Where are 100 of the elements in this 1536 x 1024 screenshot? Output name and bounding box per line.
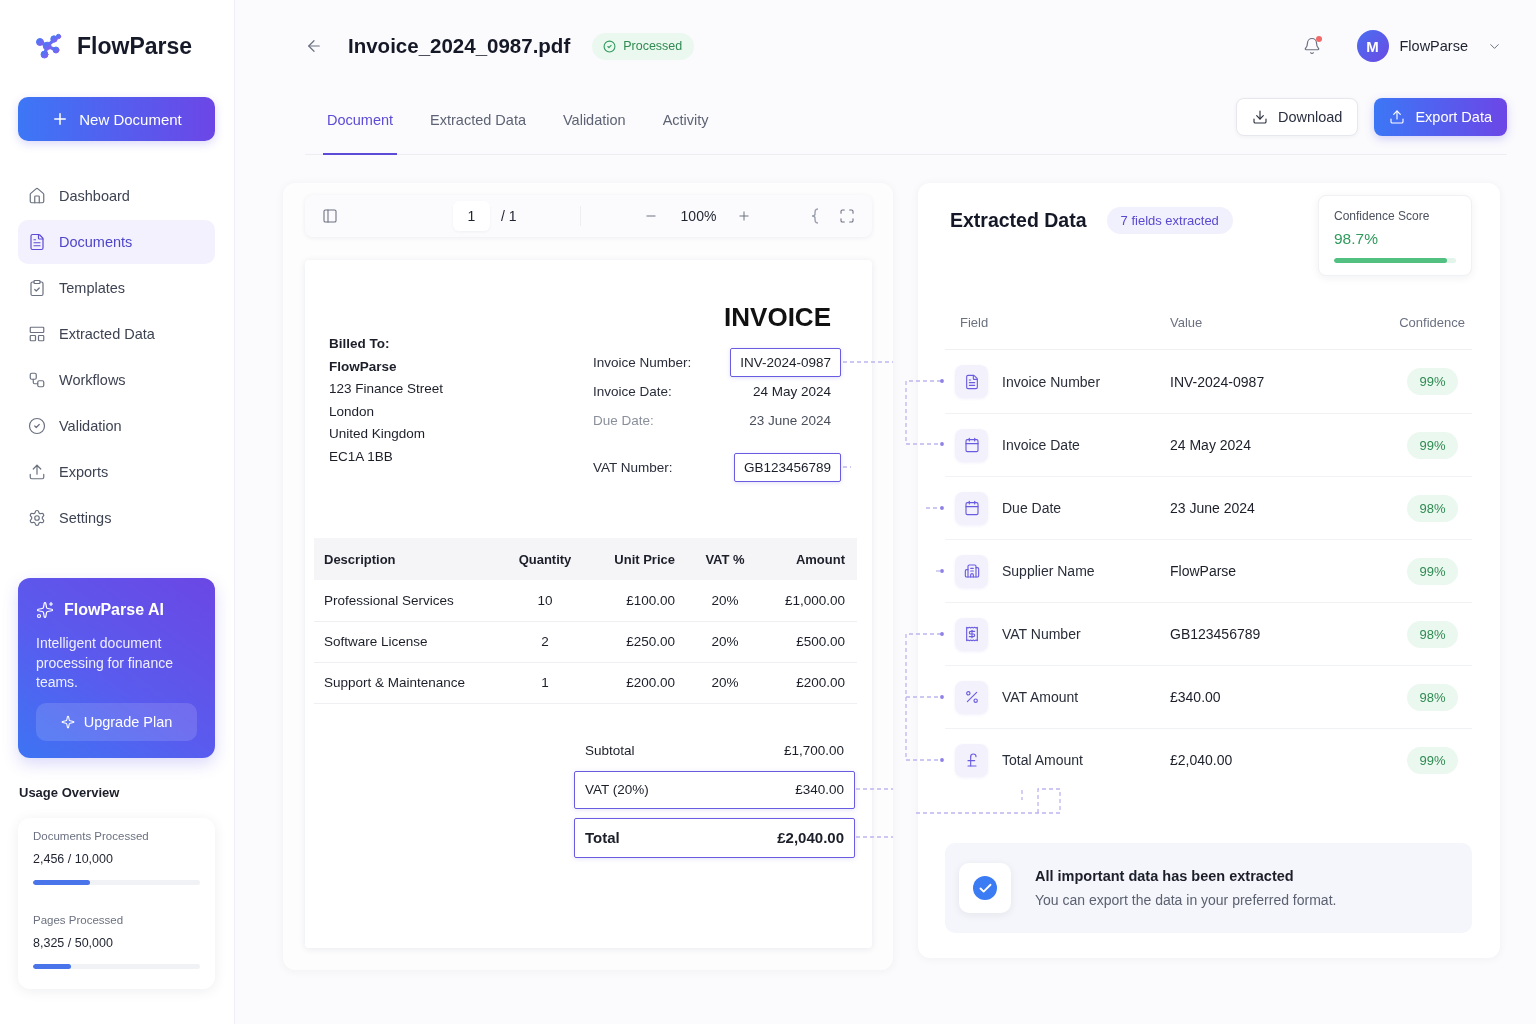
field-value: 23 June 2024 xyxy=(1170,500,1255,516)
dashed-connector xyxy=(843,465,851,469)
panel-title: Extracted Data xyxy=(950,208,1087,232)
table-cell: Software License xyxy=(314,621,511,662)
column-header: Quantity xyxy=(511,538,579,580)
column-header: Field xyxy=(960,315,989,330)
column-header: Unit Price xyxy=(579,538,687,580)
address-line: EC1A 1BB xyxy=(329,447,393,466)
tab[interactable]: Extracted Data xyxy=(426,92,530,155)
dashed-connector xyxy=(925,506,945,510)
page-input[interactable]: 1 xyxy=(453,201,490,231)
meta-label: VAT Number: xyxy=(593,460,673,475)
notice-text: You can export the data in your preferred format. xyxy=(1035,892,1337,908)
meter-label: Pages Processed xyxy=(33,912,124,928)
confidence-badge: 99% xyxy=(1407,746,1458,774)
building-icon xyxy=(955,554,988,588)
dashed-connector xyxy=(935,569,945,573)
dashed-connector xyxy=(856,787,893,791)
total-value: £340.00 xyxy=(795,782,844,797)
confidence-badge: 98% xyxy=(1407,494,1458,522)
table-cell: £200.00 xyxy=(763,662,857,703)
table-cell: 20% xyxy=(687,621,763,662)
billed-to-name: FlowParse xyxy=(329,357,397,376)
logo-icon xyxy=(36,33,62,59)
meter-reading: 2,456 / 10,000 xyxy=(33,850,113,867)
field-value: INV-2024-0987 xyxy=(1170,373,1265,390)
brace-icon[interactable] xyxy=(811,208,820,224)
sparkles-icon xyxy=(36,601,54,619)
bell-icon[interactable] xyxy=(1302,37,1321,55)
pound-icon xyxy=(955,743,988,777)
export-data-button[interactable]: Export Data xyxy=(1374,98,1507,136)
nav-item[interactable]: Exports xyxy=(18,450,215,494)
user-avatar[interactable]: M xyxy=(1356,30,1389,62)
nav-item[interactable]: Extracted Data xyxy=(18,312,215,356)
fields-count-badge: 7 fields extracted xyxy=(1106,207,1233,234)
check-circle-icon xyxy=(603,39,617,53)
tab[interactable]: Activity xyxy=(658,92,713,155)
promo-text: Intelligent document processing for finance teams. xyxy=(36,634,174,692)
meta-label: Due Date: xyxy=(593,413,654,428)
address-line: London xyxy=(329,402,375,421)
table-cell: 20% xyxy=(687,580,763,621)
notice-title: All important data has been extracted xyxy=(1035,868,1294,884)
upgrade-plan-button[interactable]: Upgrade Plan xyxy=(36,702,197,741)
meta-value: INV-2024-0987 xyxy=(730,348,841,377)
field-name: VAT Amount xyxy=(1002,689,1079,705)
panel-icon[interactable] xyxy=(322,208,338,224)
tab[interactable]: Document xyxy=(323,92,398,155)
promo-title: FlowParse AI xyxy=(64,601,164,619)
dashed-connector xyxy=(856,835,893,839)
field-value: £2,040.00 xyxy=(1170,752,1233,768)
column-header: Value xyxy=(1170,315,1203,330)
field-value: £340.00 xyxy=(1170,689,1221,705)
nav-item[interactable]: Dashboard xyxy=(18,174,215,218)
field-name: Due Date xyxy=(1002,500,1062,516)
download-button[interactable]: Download xyxy=(1235,98,1359,136)
table-cell: Support & Maintenance xyxy=(314,662,511,703)
confidence-value: 98.7% xyxy=(1334,229,1378,249)
total-value: £2,040.00 xyxy=(777,829,844,846)
nav-item[interactable]: Workflows xyxy=(18,358,215,402)
meta-label: Invoice Number: xyxy=(593,355,692,370)
field-value: FlowParse xyxy=(1170,563,1237,579)
download-icon xyxy=(1251,109,1268,125)
table-cell: £1,000.00 xyxy=(763,580,857,621)
upload-icon xyxy=(28,463,46,481)
address-line: United Kingdom xyxy=(329,425,426,443)
confidence-badge: 98% xyxy=(1407,683,1458,711)
calendar-icon xyxy=(955,428,988,462)
dashed-connector xyxy=(843,360,893,364)
new-document-button[interactable]: New Document xyxy=(18,97,215,141)
column-header: Description xyxy=(314,538,511,580)
home-icon xyxy=(28,187,46,205)
invoice-title: INVOICE xyxy=(724,302,831,332)
meta-value: GB123456789 xyxy=(733,453,841,482)
plus-icon[interactable] xyxy=(737,209,752,223)
maximize-icon[interactable] xyxy=(839,208,856,224)
tab[interactable]: Validation xyxy=(559,92,630,155)
column-header: VAT % xyxy=(687,538,763,580)
receipt-icon xyxy=(955,617,988,651)
usage-title: Usage Overview xyxy=(19,784,120,801)
layout-icon xyxy=(28,325,46,343)
meta-value: 23 June 2024 xyxy=(748,412,832,430)
document-title: Invoice_2024_0987.pdf xyxy=(348,34,571,58)
document-icon xyxy=(955,365,988,398)
sparkle-icon xyxy=(60,714,75,729)
table-cell: 10 xyxy=(511,580,579,621)
nav-item[interactable]: Settings xyxy=(18,496,215,540)
confidence-badge: 99% xyxy=(1407,368,1458,395)
meter-label: Documents Processed xyxy=(33,828,149,844)
calendar-icon xyxy=(955,491,988,525)
percent-icon xyxy=(955,680,988,714)
nav-item[interactable]: Documents xyxy=(18,220,215,264)
check-circle-icon xyxy=(28,417,46,435)
status-text: Processed xyxy=(623,39,683,53)
field-name: Supplier Name xyxy=(1002,563,1095,579)
total-label: Subtotal xyxy=(585,743,635,758)
nav-item[interactable]: Validation xyxy=(18,404,215,448)
confidence-badge: 99% xyxy=(1407,431,1458,459)
field-name: VAT Number xyxy=(1002,626,1081,642)
total-label: Total xyxy=(585,829,620,846)
nav-item[interactable]: Templates xyxy=(18,266,215,310)
